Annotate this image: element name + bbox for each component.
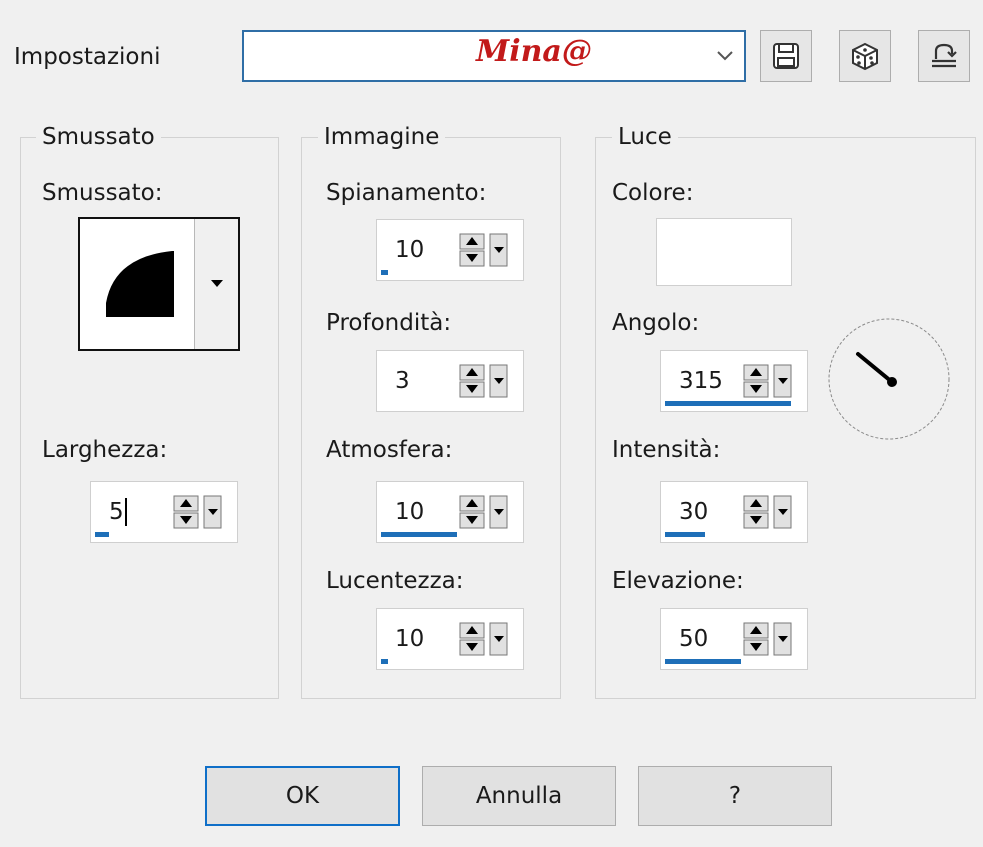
bevel-shape-label: Smussato: <box>42 180 163 206</box>
angle-dial[interactable] <box>826 316 952 442</box>
spin-arrows-icon[interactable] <box>459 364 509 398</box>
angle-level-bar <box>665 401 791 406</box>
width-spinner[interactable]: 5 <box>90 481 238 543</box>
bevel-group-title: Smussato <box>36 124 161 150</box>
angle-value: 315 <box>679 368 723 394</box>
smoothness-level-bar <box>381 270 388 275</box>
depth-label: Profondità: <box>326 310 452 336</box>
smoothness-label: Spianamento: <box>326 180 487 206</box>
caret-down-icon <box>210 280 223 287</box>
spin-arrows-icon[interactable] <box>743 495 793 529</box>
help-button[interactable]: ? <box>638 766 832 826</box>
intensity-value: 30 <box>679 499 709 525</box>
bevel-dropdown-button[interactable] <box>194 219 238 349</box>
elevation-label: Elevazione: <box>612 568 744 594</box>
shininess-value: 10 <box>395 626 425 652</box>
image-group-title: Immagine <box>318 124 446 150</box>
spin-arrows-icon[interactable] <box>743 622 793 656</box>
intensity-level-bar <box>665 532 705 537</box>
elevation-spinner[interactable]: 50 <box>660 608 808 670</box>
smoothness-value: 10 <box>395 237 425 263</box>
spin-arrows-icon[interactable] <box>459 495 509 529</box>
ambience-spinner[interactable]: 10 <box>376 481 524 543</box>
dice-icon <box>852 42 878 71</box>
smoothness-spinner[interactable]: 10 <box>376 219 524 281</box>
width-value: 5 <box>109 499 124 525</box>
spin-arrows-icon[interactable] <box>173 495 223 529</box>
chevron-down-icon[interactable] <box>706 32 744 80</box>
save-icon <box>773 43 799 69</box>
spin-arrows-icon[interactable] <box>743 364 793 398</box>
bevel-shape-picker[interactable] <box>78 217 240 351</box>
elevation-level-bar <box>665 659 741 664</box>
intensity-label: Intensità: <box>612 437 721 463</box>
color-label: Colore: <box>612 180 694 206</box>
intensity-spinner[interactable]: 30 <box>660 481 808 543</box>
depth-value: 3 <box>395 368 410 394</box>
text-caret <box>125 498 127 526</box>
light-group-title: Luce <box>612 124 678 150</box>
preset-combo[interactable]: Mina@ <box>242 30 746 82</box>
elevation-value: 50 <box>679 626 709 652</box>
cancel-button[interactable]: Annulla <box>422 766 616 826</box>
spin-arrows-icon[interactable] <box>459 622 509 656</box>
shininess-level-bar <box>381 659 388 664</box>
preset-value: Mina@ <box>476 34 592 69</box>
width-level-bar <box>95 532 109 537</box>
depth-spinner[interactable]: 3 <box>376 350 524 412</box>
ok-button[interactable]: OK <box>205 766 400 826</box>
shininess-spinner[interactable]: 10 <box>376 608 524 670</box>
randomize-button[interactable] <box>839 30 891 82</box>
ambience-label: Atmosfera: <box>326 437 453 463</box>
save-preset-button[interactable] <box>760 30 812 82</box>
shininess-label: Lucentezza: <box>326 568 464 594</box>
bevel-preview-icon <box>106 251 174 317</box>
ambience-level-bar <box>381 532 457 537</box>
light-color-swatch[interactable] <box>656 218 792 286</box>
spin-arrows-icon[interactable] <box>459 233 509 267</box>
settings-label: Impostazioni <box>14 44 161 70</box>
ambience-value: 10 <box>395 499 425 525</box>
angle-label: Angolo: <box>612 310 700 336</box>
angle-spinner[interactable]: 315 <box>660 350 808 412</box>
width-label: Larghezza: <box>42 437 168 463</box>
reset-icon <box>932 43 957 68</box>
reset-button[interactable] <box>918 30 970 82</box>
